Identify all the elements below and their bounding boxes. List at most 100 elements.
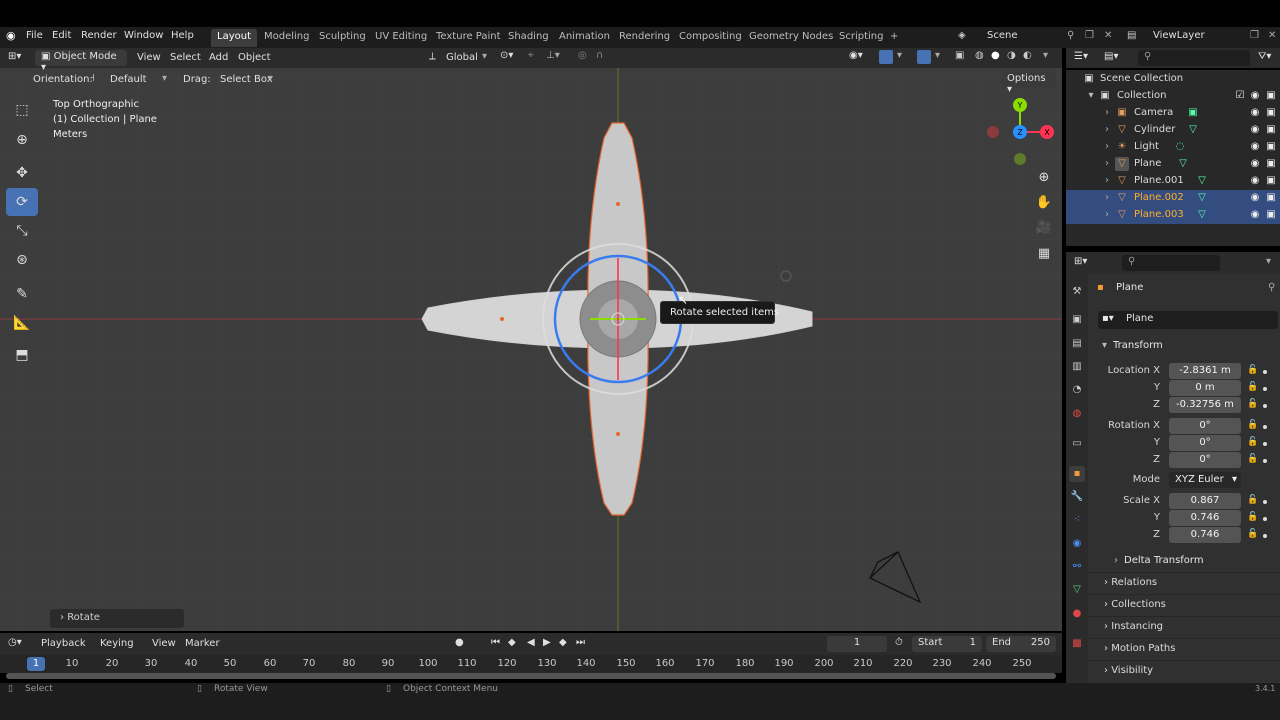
keyframe-dot[interactable] bbox=[1263, 534, 1267, 538]
menu-object[interactable]: Object bbox=[238, 52, 271, 63]
stopwatch-icon[interactable]: ⏱ bbox=[895, 637, 903, 648]
menu-select[interactable]: Select bbox=[170, 52, 201, 63]
tab-uv-editing[interactable]: UV Editing bbox=[369, 29, 433, 47]
menu-render[interactable]: Render bbox=[81, 30, 117, 41]
falloff-icon[interactable]: ∩ bbox=[596, 50, 603, 61]
tab-compositing[interactable]: Compositing bbox=[673, 29, 748, 47]
outliner-item-plane[interactable]: › ▽ Plane ▽ ◉ ▣ bbox=[1066, 156, 1280, 173]
scale-icon[interactable]: ⤡ bbox=[6, 217, 38, 245]
overlay-toggle-icon[interactable] bbox=[917, 50, 931, 64]
drag-dropdown[interactable]: Select Box bbox=[220, 74, 273, 85]
lock-icon[interactable]: 🔓 bbox=[1247, 399, 1258, 409]
new-view-layer-icon[interactable]: ❐ bbox=[1250, 30, 1259, 41]
render-camera-icon[interactable]: ▣ bbox=[1264, 174, 1278, 188]
mode-dropdown[interactable]: ▣ Object Mode ▾ bbox=[35, 50, 127, 73]
solid-shading-icon[interactable]: ● bbox=[991, 50, 1000, 61]
navigation-gizmo[interactable]: Y X Z bbox=[980, 95, 1060, 175]
render-camera-icon[interactable]: ▣ bbox=[1264, 208, 1278, 222]
lock-icon[interactable]: 🔓 bbox=[1247, 420, 1258, 430]
keyframe-dot[interactable] bbox=[1263, 442, 1267, 446]
panel-instancing[interactable]: › Instancing bbox=[1088, 616, 1280, 636]
menu-window[interactable]: Window bbox=[124, 30, 163, 41]
eye-icon[interactable]: ◉ bbox=[1248, 106, 1262, 120]
chevron-right-icon[interactable]: › bbox=[1100, 208, 1114, 222]
outliner-editor-icon[interactable]: ☰▾ bbox=[1074, 51, 1088, 62]
transform-header[interactable]: Transform bbox=[1113, 340, 1163, 351]
object-tab-icon[interactable]: ▪ bbox=[1069, 466, 1085, 482]
move-icon[interactable]: ✥ bbox=[6, 159, 38, 187]
play-icon[interactable]: ▶ bbox=[543, 637, 551, 648]
rotation-y-field[interactable]: 0° bbox=[1169, 435, 1241, 451]
zoom-icon[interactable]: ⊕ bbox=[1033, 167, 1055, 189]
render-camera-icon[interactable]: ▣ bbox=[1264, 106, 1278, 120]
outliner-item-light[interactable]: › ☀ Light ◌ ◉ ▣ bbox=[1066, 139, 1280, 156]
playhead[interactable]: 1 bbox=[27, 657, 45, 671]
particles-tab-icon[interactable]: ⁖ bbox=[1069, 512, 1085, 528]
tab-animation[interactable]: Animation bbox=[553, 29, 616, 47]
chevron-down-icon[interactable]: ▾ bbox=[1084, 89, 1098, 103]
add-workspace-button[interactable]: + bbox=[884, 29, 904, 47]
snap-icon[interactable]: ⌖ bbox=[528, 50, 534, 61]
rendered-shading-icon[interactable]: ◐ bbox=[1023, 50, 1032, 61]
keyframe-dot[interactable] bbox=[1263, 500, 1267, 504]
checkbox-icon[interactable]: ☑ bbox=[1233, 89, 1247, 103]
view-layer-tab-icon[interactable]: ▥ bbox=[1069, 359, 1085, 375]
visibility-icon[interactable]: ◉▾ bbox=[849, 50, 863, 61]
proportional-edit-icon[interactable]: ◎ bbox=[578, 50, 587, 61]
chevron-right-icon[interactable]: › bbox=[1100, 174, 1114, 188]
next-keyframe-icon[interactable]: ◆ bbox=[559, 637, 567, 648]
tab-rendering[interactable]: Rendering bbox=[613, 29, 676, 47]
modifier-tab-icon[interactable]: 🔧 bbox=[1069, 489, 1085, 505]
lock-icon[interactable]: 🔓 bbox=[1247, 454, 1258, 464]
panel-motion-paths[interactable]: › Motion Paths bbox=[1088, 638, 1280, 658]
outliner-scene-collection[interactable]: ▣ Scene Collection bbox=[1066, 71, 1280, 88]
record-icon[interactable]: ● bbox=[455, 637, 464, 648]
lock-icon[interactable]: 🔓 bbox=[1247, 382, 1258, 392]
lock-icon[interactable]: 🔓 bbox=[1247, 529, 1258, 539]
location-x-field[interactable]: -2.8361 m bbox=[1169, 363, 1241, 379]
tab-layout[interactable]: Layout bbox=[211, 29, 257, 47]
render-camera-icon[interactable]: ▣ bbox=[1264, 140, 1278, 154]
3d-viewport[interactable] bbox=[0, 68, 1062, 631]
prev-keyframe-icon[interactable]: ◆ bbox=[508, 637, 516, 648]
timeline-scrollbar[interactable] bbox=[6, 673, 1056, 679]
menu-playback[interactable]: Playback bbox=[41, 638, 86, 649]
panel-visibility[interactable]: › Visibility bbox=[1088, 660, 1280, 680]
gizmo-toggle-icon[interactable] bbox=[879, 50, 893, 64]
tab-geometry-nodes[interactable]: Geometry Nodes bbox=[743, 29, 839, 47]
chevron-down-icon[interactable]: ▾ bbox=[935, 50, 940, 61]
collection-tab-icon[interactable]: ▭ bbox=[1069, 436, 1085, 452]
location-z-field[interactable]: -0.32756 m bbox=[1169, 397, 1241, 413]
delete-scene-icon[interactable]: ✕ bbox=[1104, 30, 1112, 41]
eye-icon[interactable]: ◉ bbox=[1248, 123, 1262, 137]
tab-sculpting[interactable]: Sculpting bbox=[313, 29, 372, 47]
menu-keying[interactable]: Keying bbox=[100, 638, 134, 649]
start-frame-field[interactable]: Start 1 bbox=[912, 636, 982, 652]
material-tab-icon[interactable]: ● bbox=[1069, 606, 1085, 622]
keyframe-dot[interactable] bbox=[1263, 459, 1267, 463]
eye-icon[interactable]: ◉ bbox=[1248, 157, 1262, 171]
display-mode-icon[interactable]: ▤▾ bbox=[1104, 51, 1118, 62]
pivot-point-icon[interactable]: ⊙▾ bbox=[500, 50, 513, 61]
filter-icon[interactable]: ⛛▾ bbox=[1258, 51, 1271, 62]
editor-type-icon[interactable]: ⊞▾ bbox=[8, 51, 21, 62]
chevron-down-icon[interactable]: ▾ bbox=[1043, 50, 1048, 61]
transform-icon[interactable]: ⊛ bbox=[6, 246, 38, 274]
current-frame-field[interactable]: 1 bbox=[827, 636, 887, 652]
lock-icon[interactable]: 🔓 bbox=[1247, 495, 1258, 505]
camera-view-icon[interactable]: 🎥 bbox=[1033, 217, 1055, 239]
keyframe-dot[interactable] bbox=[1263, 517, 1267, 521]
eye-icon[interactable]: ◉ bbox=[1248, 191, 1262, 205]
add-cube-icon[interactable]: ⬒ bbox=[6, 341, 38, 369]
object-name-field[interactable] bbox=[1098, 311, 1278, 329]
render-camera-icon[interactable]: ▣ bbox=[1264, 123, 1278, 137]
tool-tab-icon[interactable]: ⚒ bbox=[1069, 284, 1085, 300]
outliner-item-plane-001[interactable]: › ▽ Plane.001 ▽ ◉ ▣ bbox=[1066, 173, 1280, 190]
chevron-right-icon[interactable]: › bbox=[1114, 555, 1118, 566]
outliner-item-cylinder[interactable]: › ▽ Cylinder ▽ ◉ ▣ bbox=[1066, 122, 1280, 139]
select-box-icon[interactable]: ⬚ bbox=[6, 96, 38, 124]
blender-logo-icon[interactable]: ◉ bbox=[6, 29, 16, 42]
pan-hand-icon[interactable]: ✋ bbox=[1033, 192, 1055, 214]
jump-end-icon[interactable]: ⏭ bbox=[576, 637, 585, 648]
chevron-right-icon[interactable]: › bbox=[1100, 191, 1114, 205]
